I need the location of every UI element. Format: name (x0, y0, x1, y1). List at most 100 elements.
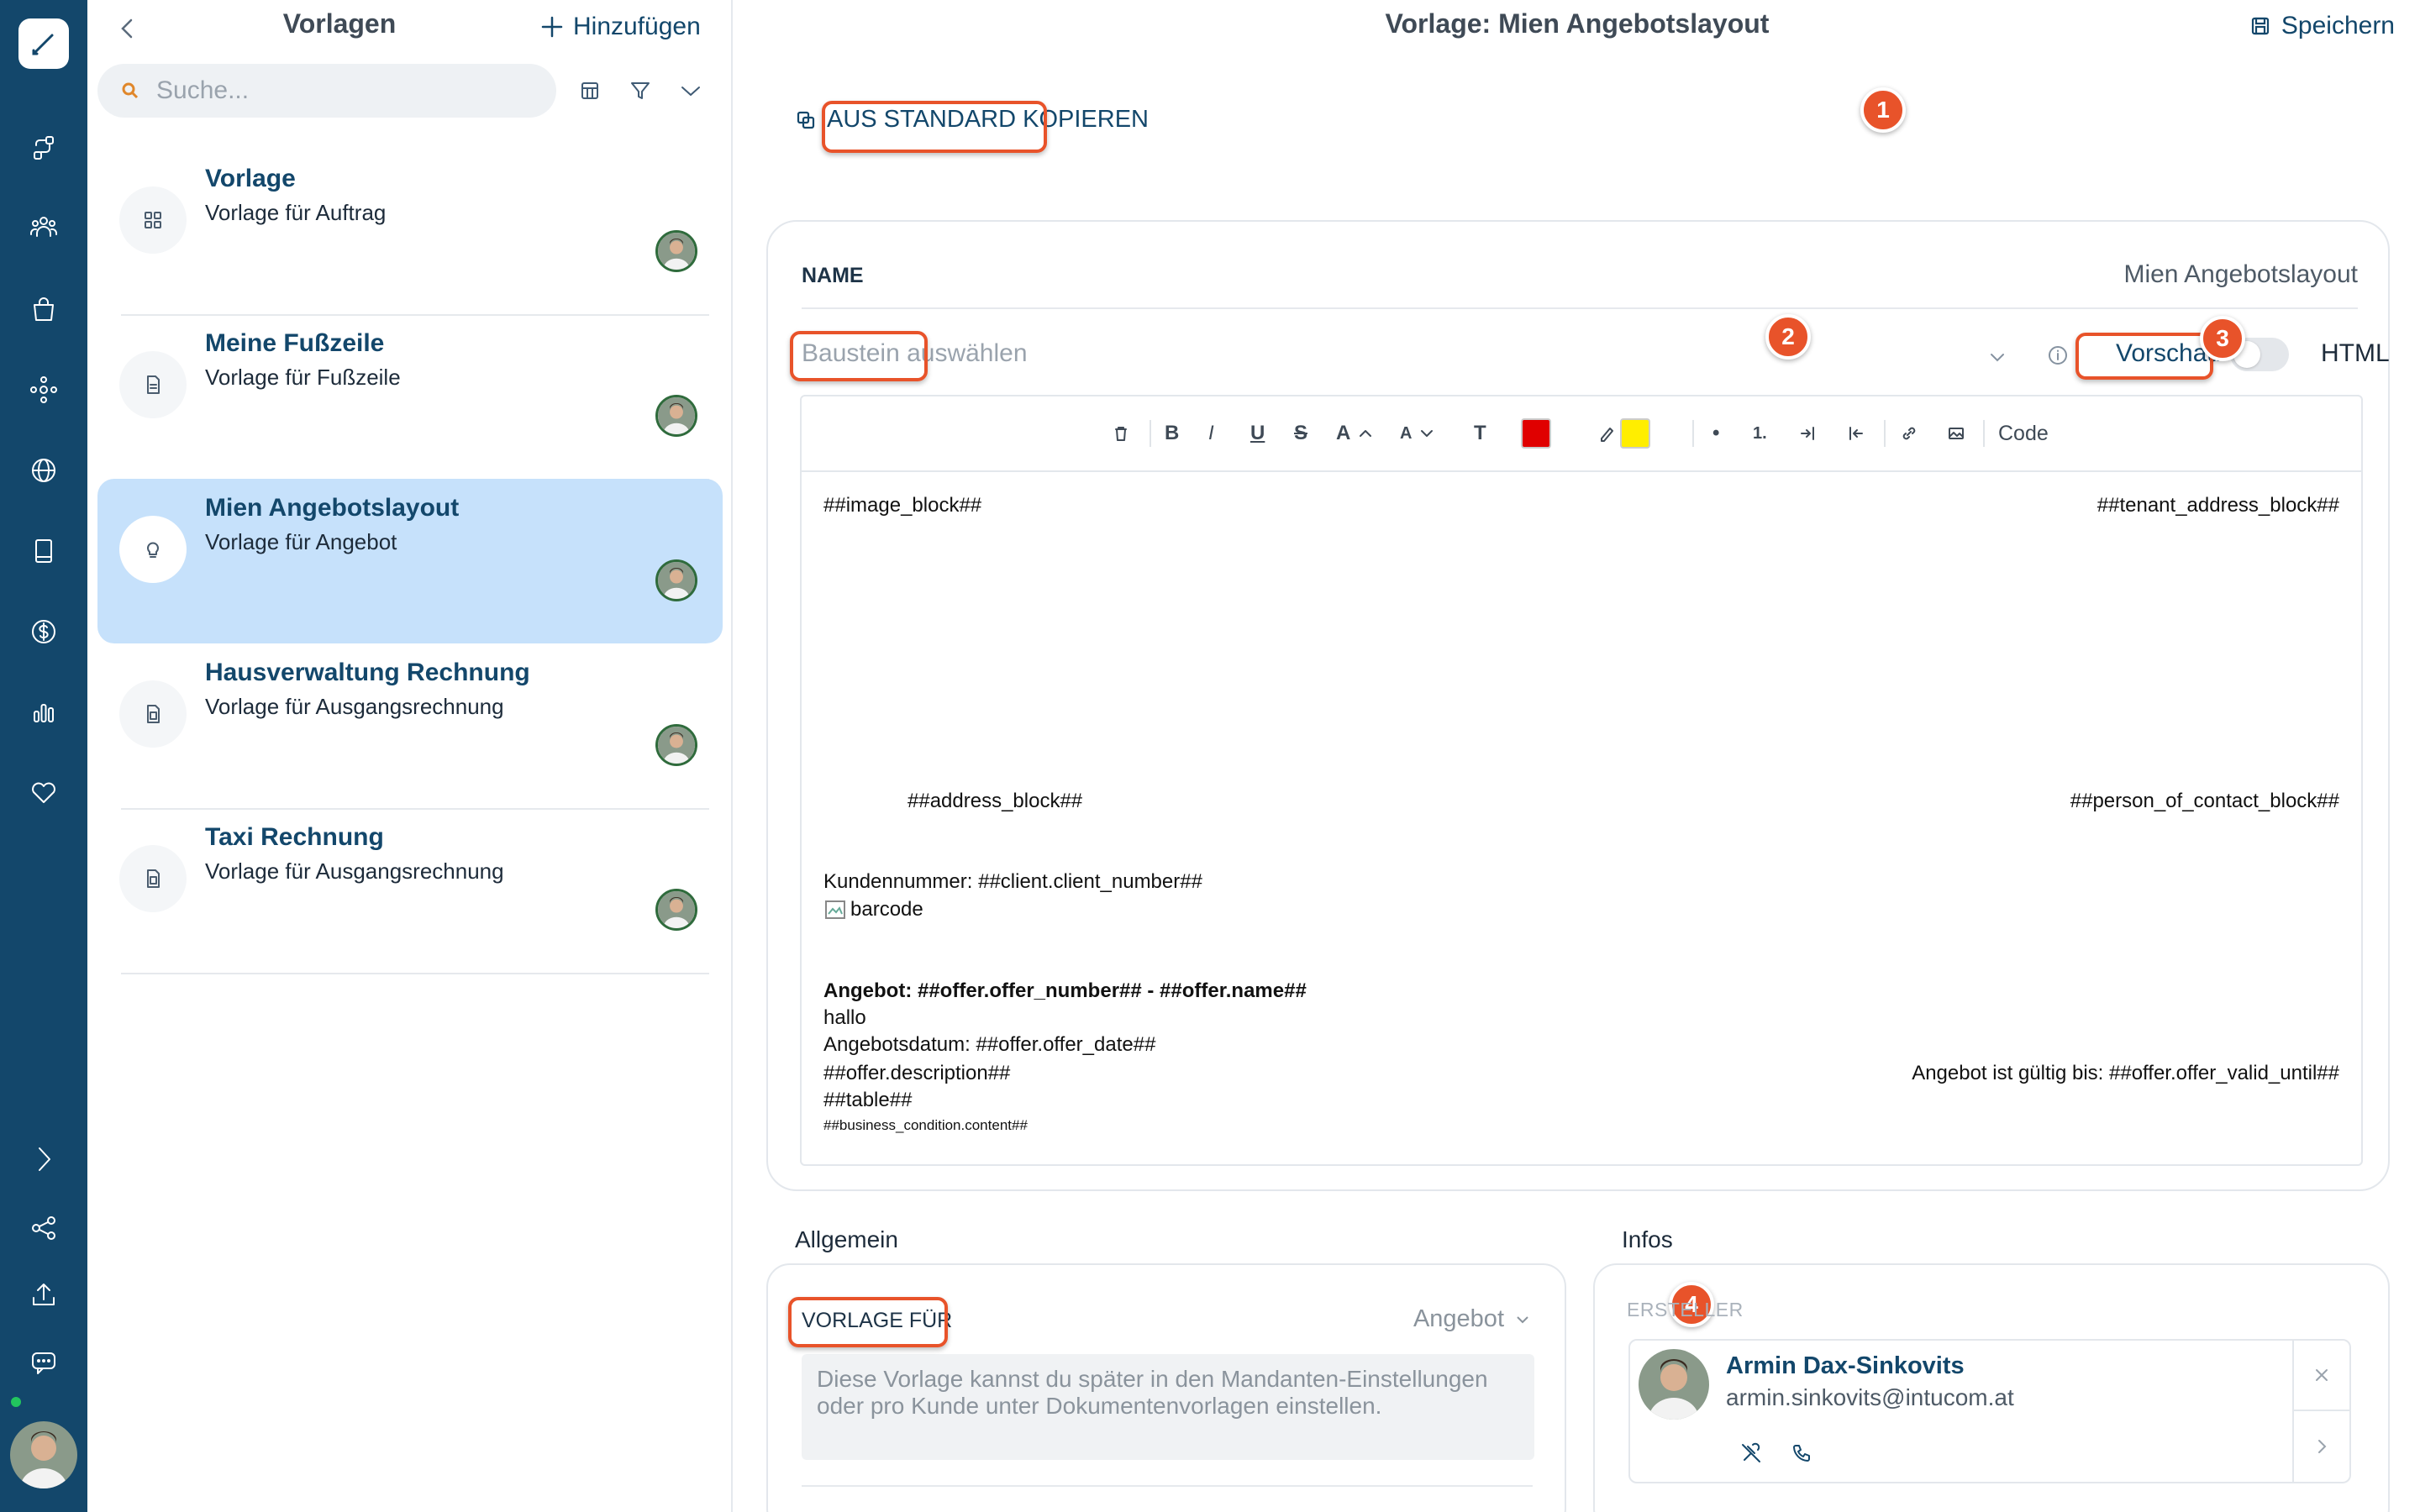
user-avatar[interactable] (10, 1421, 77, 1488)
close-icon[interactable] (2294, 1341, 2349, 1411)
save-button[interactable]: Speichern (2249, 12, 2395, 40)
list-item[interactable]: Taxi Rechnung Vorlage für Ausgangsrechnu… (97, 808, 723, 974)
chevron-down-icon[interactable] (1985, 344, 2010, 370)
phone-icon[interactable] (1790, 1441, 1813, 1465)
underline-icon[interactable]: U (1250, 418, 1265, 449)
users-icon[interactable] (18, 202, 69, 252)
share-icon[interactable] (18, 1203, 69, 1253)
save-label: Speichern (2281, 12, 2395, 39)
chat-icon[interactable] (18, 1337, 69, 1388)
hint-text: Diese Vorlage kannst du später in den Ma… (802, 1354, 1534, 1460)
item-avatar (655, 230, 697, 272)
vorlage-fuer-select[interactable]: Angebot (1413, 1305, 1533, 1333)
chart-icon[interactable] (18, 687, 69, 738)
outdent-icon[interactable] (1845, 418, 1865, 449)
muted-mic-icon[interactable] (1739, 1441, 1763, 1465)
indent-icon[interactable] (1798, 418, 1818, 449)
editor-content[interactable]: ##image_block## ##tenant_address_block##… (802, 474, 2361, 1166)
divider (802, 1485, 1533, 1487)
online-status-dot (8, 1394, 24, 1410)
shopping-bag-icon[interactable] (18, 284, 69, 334)
text-color-picker[interactable] (1521, 418, 1551, 449)
list-title: Vorlagen (282, 8, 397, 39)
invoice-icon (119, 845, 187, 912)
item-avatar (655, 724, 697, 766)
rich-text-editor[interactable]: B I U S A A T • 1. Code ##image_block## … (800, 395, 2363, 1166)
globe-icon[interactable] (18, 445, 69, 496)
item-title: Meine Fußzeile (205, 329, 385, 357)
app-logo-icon[interactable] (18, 18, 69, 69)
upload-icon[interactable] (18, 1270, 69, 1320)
italic-icon[interactable]: I (1208, 418, 1214, 449)
name-value[interactable]: Mien Angebotslayout (2123, 260, 2358, 289)
search-icon (122, 82, 139, 99)
offer-date-line: Angebotsdatum: ##offer.offer_date## (823, 1033, 1156, 1056)
plus-icon (541, 16, 563, 38)
link-icon[interactable] (1899, 418, 1919, 449)
item-title: Vorlage (205, 165, 296, 192)
block-select[interactable]: Baustein auswählen (802, 339, 1028, 368)
clear-format-icon[interactable] (1111, 418, 1131, 449)
highlight-color-picker[interactable] (1620, 418, 1650, 449)
workflow-icon[interactable] (18, 123, 69, 173)
numbered-list-icon[interactable]: 1. (1753, 418, 1767, 449)
creator-name: Armin Dax-Sinkovits (1726, 1352, 1965, 1379)
offer-description: ##offer.description## (823, 1062, 1011, 1084)
chevron-right-icon[interactable] (2294, 1411, 2349, 1482)
search-bar[interactable] (97, 64, 556, 118)
highlight-color-swatch (1620, 418, 1650, 449)
add-template-button[interactable]: Hinzufügen (539, 10, 701, 44)
item-title: Mien Angebotslayout (205, 494, 460, 522)
network-icon[interactable] (18, 365, 69, 415)
list-item[interactable]: Vorlage Vorlage für Auftrag (97, 150, 723, 316)
section-title-infos: Infos (1622, 1226, 1673, 1252)
item-subtitle: Vorlage für Fußzeile (205, 365, 401, 390)
item-subtitle: Vorlage für Auftrag (205, 200, 387, 225)
list-item[interactable]: Meine Fußzeile Vorlage für Fußzeile (97, 314, 723, 480)
editor-card: NAME Mien Angebotslayout Baustein auswäh… (766, 220, 2390, 1191)
app-rail (0, 0, 87, 1512)
code-button[interactable]: Code (1998, 418, 2049, 449)
search-input[interactable] (156, 76, 526, 105)
highlighter-icon[interactable] (1597, 418, 1617, 449)
item-avatar (655, 559, 697, 601)
placeholder-contact-person: ##person_of_contact_block## (2070, 790, 2339, 812)
list-item[interactable]: Hausverwaltung Rechnung Vorlage für Ausg… (97, 643, 723, 810)
placeholder-image-block: ##image_block## (823, 494, 982, 517)
back-chevron-icon[interactable] (111, 12, 145, 45)
info-icon[interactable] (2045, 343, 2070, 368)
general-card: VORLAGE FÜR Angebot Diese Vorlage kannst… (766, 1263, 1566, 1512)
placeholder-tenant-address: ##tenant_address_block## (2096, 494, 2339, 517)
template-detail: Vorlage: Mien Angebotslayout Speichern A… (734, 0, 2420, 1512)
placeholder-address-block: ##address_block## (908, 790, 1083, 812)
bold-icon[interactable]: B (1165, 418, 1179, 449)
copy-icon (797, 111, 815, 129)
chevron-down-icon[interactable] (676, 76, 706, 106)
expand-chevron-icon[interactable] (18, 1134, 69, 1184)
list-item-selected[interactable]: Mien Angebotslayout Vorlage für Angebot (97, 479, 723, 643)
copy-from-default-button[interactable]: AUS STANDARD KOPIEREN (795, 106, 1149, 134)
dollar-icon[interactable] (18, 606, 69, 657)
offer-heading: Angebot: ##offer.offer_number## - ##offe… (823, 979, 1307, 1002)
broken-image-icon (825, 900, 845, 919)
bullet-list-icon[interactable]: • (1712, 418, 1719, 449)
templates-list-panel: Vorlagen Hinzufügen Vorlage Vorlage für … (87, 0, 733, 1512)
creator-card[interactable]: Armin Dax-Sinkovits armin.sinkovits@intu… (1628, 1339, 2351, 1483)
placeholder-business-condition: ##business_condition.content## (823, 1117, 1028, 1133)
font-size-up-icon[interactable]: A (1336, 418, 1376, 449)
image-icon[interactable] (1946, 418, 1966, 449)
creator-email[interactable]: armin.sinkovits@intucom.at (1726, 1384, 2014, 1411)
book-icon[interactable] (18, 526, 69, 576)
vorlage-fuer-value: Angebot (1413, 1305, 1504, 1332)
filter-icon[interactable] (625, 76, 655, 106)
table-view-icon[interactable] (575, 76, 605, 106)
font-size-down-icon[interactable]: A (1400, 418, 1437, 449)
item-title: Hausverwaltung Rechnung (205, 659, 530, 686)
annotation-badge: 2 (1765, 314, 1811, 360)
infos-card: ERSTELLER Armin Dax-Sinkovits armin.sink… (1593, 1263, 2390, 1512)
heart-icon[interactable] (18, 768, 69, 818)
text-hallo: hallo (823, 1006, 866, 1029)
strikethrough-icon[interactable]: S (1294, 418, 1307, 449)
text-format-icon[interactable]: T (1474, 418, 1486, 449)
annotation-badge: 1 (1860, 87, 1906, 133)
